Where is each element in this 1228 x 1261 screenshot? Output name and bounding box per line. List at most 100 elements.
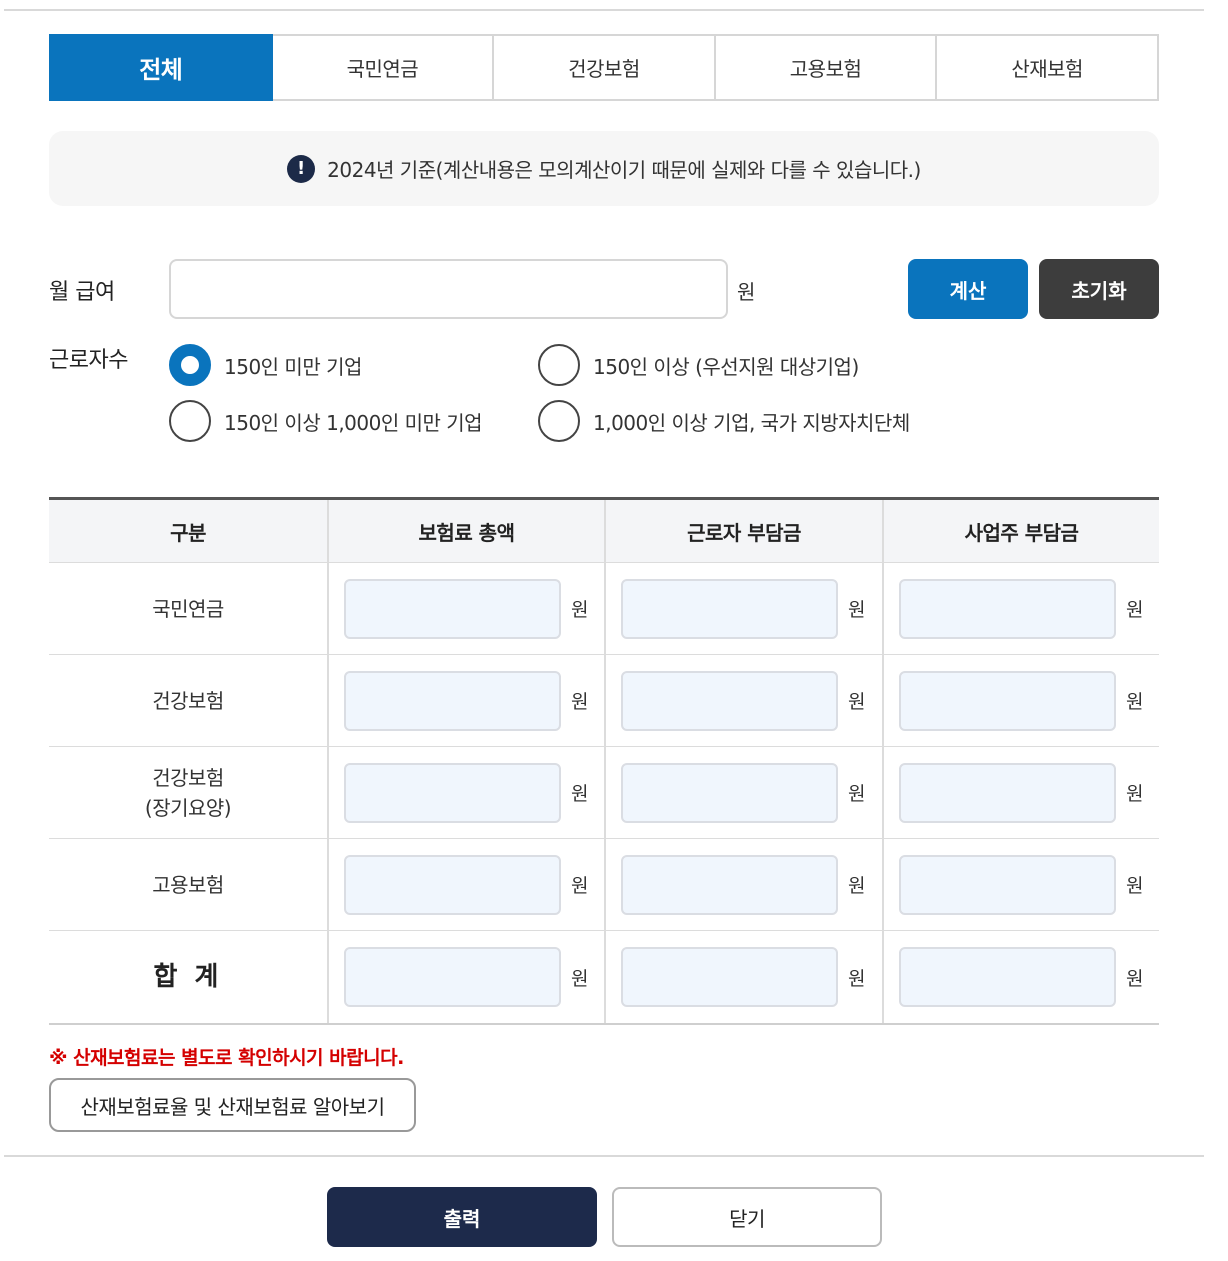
employee-field[interactable] <box>621 578 838 639</box>
total-field[interactable] <box>344 854 561 915</box>
employee-field[interactable] <box>621 854 838 915</box>
employee-cell: 원 <box>604 931 882 1023</box>
row-label-sub: (장기요양) <box>144 795 232 820</box>
unit-label: 원 <box>848 599 865 621</box>
employer-field[interactable] <box>899 578 1116 639</box>
notice-text: 2024년 기준(계산내용은 모의계산이기 때문에 실제와 다를 수 있습니다.… <box>327 158 921 182</box>
unit-label: 원 <box>571 599 588 621</box>
employer-cell: 원 <box>882 563 1159 654</box>
reset-button[interactable]: 초기화 <box>1039 259 1159 319</box>
total-field[interactable] <box>344 947 561 1007</box>
radio-label: 150인 이상 1,000인 미만 기업 <box>224 410 483 435</box>
radio-label: 150인 미만 기업 <box>224 354 362 379</box>
radio-over-1000[interactable]: 1,000인 이상 기업, 국가 지방자치단체 <box>538 400 910 442</box>
unit-label: 원 <box>571 783 588 805</box>
unit-label: 원 <box>848 967 865 990</box>
warning-text: ※ 산재보험료는 별도로 확인하시기 바랍니다. <box>49 1047 404 1069</box>
unit-label: 원 <box>571 691 588 713</box>
row-label-main: 건강보험 <box>152 765 224 790</box>
calculate-button[interactable]: 계산 <box>908 259 1028 319</box>
total-cell: 원 <box>327 563 604 654</box>
radio-unchecked-icon[interactable] <box>538 344 580 386</box>
row-label: 건강보험 <box>152 688 224 713</box>
radio-label: 150인 이상 (우선지원 대상기업) <box>593 354 859 379</box>
total-cell: 원 <box>327 747 604 838</box>
employer-field[interactable] <box>899 670 1116 731</box>
salary-label: 월 급여 <box>49 280 115 305</box>
employer-field[interactable] <box>899 762 1116 823</box>
header-category: 구분 <box>170 520 206 545</box>
row-label-cell: 건강보험 <box>49 655 327 746</box>
row-label: 국민연금 <box>152 596 224 621</box>
tab-employment-insurance[interactable]: 고용보험 <box>715 34 938 101</box>
unit-label: 원 <box>1126 599 1143 621</box>
row-label: 고용보험 <box>152 872 224 897</box>
tab-all[interactable]: 전체 <box>49 34 273 101</box>
employee-field[interactable] <box>621 762 838 823</box>
unit-label: 원 <box>571 875 588 897</box>
employer-field[interactable] <box>899 854 1116 915</box>
unit-label: 원 <box>1126 875 1143 897</box>
radio-unchecked-icon[interactable] <box>538 400 580 442</box>
table-row: 국민연금 원 원 원 <box>49 563 1159 655</box>
table-row-total: 합 계 원 원 원 <box>49 931 1159 1023</box>
header-total: 보험료 총액 <box>327 500 604 562</box>
employee-cell: 원 <box>604 747 882 838</box>
salary-input[interactable] <box>169 259 728 319</box>
employer-cell: 원 <box>882 931 1159 1023</box>
radio-checked-icon[interactable] <box>169 344 211 386</box>
table-row: 건강보험 원 원 원 <box>49 655 1159 747</box>
employee-field[interactable] <box>621 947 838 1007</box>
radio-under-150[interactable]: 150인 미만 기업 <box>169 344 362 386</box>
header-employee: 근로자 부담금 <box>604 500 882 562</box>
total-field[interactable] <box>344 762 561 823</box>
radio-150-priority[interactable]: 150인 이상 (우선지원 대상기업) <box>538 344 859 386</box>
unit-label: 원 <box>848 783 865 805</box>
exclamation-icon: ! <box>287 154 316 183</box>
workers-label: 근로자수 <box>49 348 128 373</box>
employer-field[interactable] <box>899 947 1116 1007</box>
notice-box: ! 2024년 기준(계산내용은 모의계산이기 때문에 실제와 다를 수 있습니… <box>49 131 1159 206</box>
row-label-total: 합 계 <box>153 962 223 992</box>
radio-unchecked-icon[interactable] <box>169 400 211 442</box>
tab-industrial-accident-insurance[interactable]: 산재보험 <box>937 34 1159 101</box>
total-cell: 원 <box>327 931 604 1023</box>
table-header: 구분 보험료 총액 근로자 부담금 사업주 부담금 <box>49 500 1159 563</box>
premium-table: 구분 보험료 총액 근로자 부담금 사업주 부담금 국민연금 원 원 원 건강보… <box>49 497 1159 1025</box>
unit-label: 원 <box>1126 967 1143 990</box>
unit-label: 원 <box>571 967 588 990</box>
employer-cell: 원 <box>882 747 1159 838</box>
row-label: 건강보험 (장기요양) <box>144 763 232 823</box>
row-label-cell: 건강보험 (장기요양) <box>49 747 327 838</box>
employee-cell: 원 <box>604 563 882 654</box>
employee-field[interactable] <box>621 670 838 731</box>
total-field[interactable] <box>344 578 561 639</box>
close-button[interactable]: 닫기 <box>612 1187 882 1247</box>
unit-label: 원 <box>1126 783 1143 805</box>
table-row: 건강보험 (장기요양) 원 원 원 <box>49 747 1159 839</box>
header-employer: 사업주 부담금 <box>882 500 1159 562</box>
insurance-tabs: 전체 국민연금 건강보험 고용보험 산재보험 <box>49 34 1159 101</box>
salary-unit: 원 <box>737 280 755 304</box>
total-cell: 원 <box>327 839 604 930</box>
radio-150-to-1000[interactable]: 150인 이상 1,000인 미만 기업 <box>169 400 483 442</box>
employee-cell: 원 <box>604 655 882 746</box>
row-label-cell: 합 계 <box>49 931 327 1023</box>
employer-cell: 원 <box>882 655 1159 746</box>
industrial-accident-info-button[interactable]: 산재보험료율 및 산재보험료 알아보기 <box>49 1078 416 1132</box>
tab-health-insurance[interactable]: 건강보험 <box>494 34 716 101</box>
employer-cell: 원 <box>882 839 1159 930</box>
print-button[interactable]: 출력 <box>327 1187 597 1247</box>
row-label-cell: 국민연금 <box>49 563 327 654</box>
total-cell: 원 <box>327 655 604 746</box>
top-divider <box>4 9 1204 11</box>
bottom-divider <box>4 1155 1204 1157</box>
total-field[interactable] <box>344 670 561 731</box>
unit-label: 원 <box>848 691 865 713</box>
tab-national-pension[interactable]: 국민연금 <box>272 34 495 101</box>
employee-cell: 원 <box>604 839 882 930</box>
unit-label: 원 <box>848 875 865 897</box>
table-row: 고용보험 원 원 원 <box>49 839 1159 931</box>
unit-label: 원 <box>1126 691 1143 713</box>
radio-label: 1,000인 이상 기업, 국가 지방자치단체 <box>593 410 910 435</box>
